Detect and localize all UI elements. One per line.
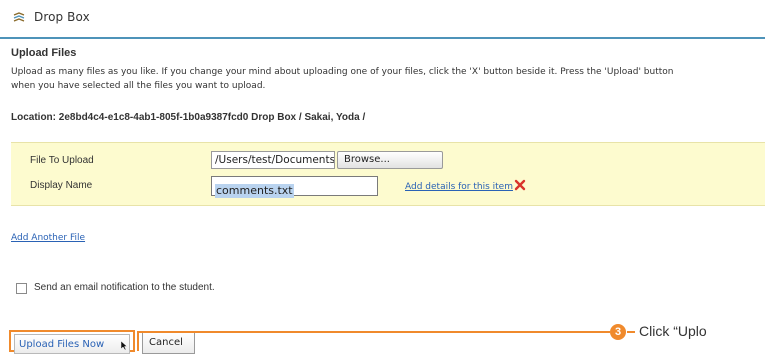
cancel-button[interactable]: Cancel [142, 332, 195, 354]
section-title: Upload Files [11, 47, 77, 59]
callout-dash [627, 331, 635, 333]
email-notification-label: Send an email notification to the studen… [34, 282, 215, 293]
display-name-value: comments.txt [215, 184, 294, 198]
instructions-line-2: when you have selected all the files you… [11, 81, 266, 91]
tool-title: Drop Box [34, 10, 90, 24]
callout-connector-vertical [137, 331, 139, 351]
upload-files-now-button[interactable]: Upload Files Now [14, 334, 130, 354]
step-number-badge: 3 [610, 324, 626, 340]
location-path: Location: 2e8bd4c4-e1c8-4ab1-805f-1b0a93… [11, 112, 366, 123]
remove-x-icon[interactable] [514, 179, 526, 191]
upload-button-highlight: Upload Files Now [9, 330, 135, 354]
display-name-input[interactable]: comments.txt [211, 176, 378, 198]
browse-button[interactable]: Browse... [337, 151, 443, 169]
tool-header: Drop Box [0, 0, 765, 39]
callout-text: Click “Uplo [639, 323, 707, 339]
email-notification-checkbox[interactable] [16, 283, 27, 294]
add-another-file-link[interactable]: Add Another File [11, 233, 85, 243]
file-to-upload-label: File To Upload [30, 155, 94, 166]
file-path-input[interactable]: /Users/test/Documents/c [211, 151, 335, 169]
callout-connector-line [137, 331, 610, 333]
instructions-line-1: Upload as many files as you like. If you… [11, 67, 674, 77]
add-details-link[interactable]: Add details for this item [405, 182, 513, 192]
instructions: Upload as many files as you like. If you… [11, 65, 765, 93]
display-name-label: Display Name [30, 180, 93, 191]
mouse-cursor-icon [121, 341, 127, 350]
dropbox-icon [13, 12, 25, 22]
